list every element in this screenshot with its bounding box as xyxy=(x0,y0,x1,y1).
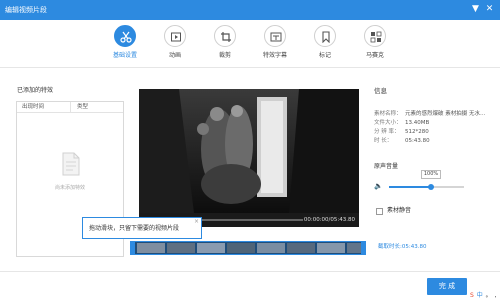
tab-label: 动画 xyxy=(168,52,181,59)
bottom-divider xyxy=(0,271,500,272)
tab-crop[interactable]: 裁剪 xyxy=(203,25,247,65)
trim-start-handle[interactable] xyxy=(131,242,135,254)
ime-tray: S 中 。 , xyxy=(470,291,498,300)
info-value: 512*280 xyxy=(405,129,429,135)
ime-language-toggle[interactable]: 中 xyxy=(477,291,483,300)
empty-state-text: 尚未添加特效 xyxy=(54,185,85,191)
info-key: 分 辨 率： xyxy=(374,129,400,135)
tooltip-text: 拖动滑块，只留下需要的视频片段 xyxy=(89,225,180,232)
info-row-duration: 时 长： 05:43.80 xyxy=(374,137,430,145)
tab-label: 基础设置 xyxy=(112,52,137,59)
info-row-name: 素材名称： 元素的感烈爆破 素材拍摄 无水… xyxy=(374,110,486,118)
trim-timeline[interactable] xyxy=(130,241,366,255)
effects-table-header: 出现时间 类型 xyxy=(17,102,123,113)
empty-document-icon xyxy=(62,152,80,178)
tab-animation[interactable]: 动画 xyxy=(153,25,197,65)
tab-mosaic[interactable]: 马赛克 xyxy=(353,25,397,65)
volume-slider-fill xyxy=(389,186,431,188)
mute-checkbox[interactable] xyxy=(376,208,383,215)
title-bar: 编辑视频片段 ▼ ✕ xyxy=(0,0,500,20)
mute-label: 素材静音 xyxy=(387,207,412,214)
trim-hint-tooltip: 拖动滑块，只留下需要的视频片段 × xyxy=(82,217,202,239)
tab-label: 标记 xyxy=(318,52,331,59)
playback-progress-bar[interactable] xyxy=(199,219,303,221)
done-button[interactable]: 完 成 xyxy=(427,278,467,295)
video-frame[interactable] xyxy=(139,89,359,213)
playback-time: 00:00:00/05:43.80 xyxy=(303,217,355,223)
effects-panel-title: 已添加的特效 xyxy=(17,87,54,94)
crop-icon xyxy=(214,25,236,47)
info-row-size: 文件大小： 13.40MB xyxy=(374,119,429,127)
scissors-icon xyxy=(114,25,136,47)
tab-subtitle-effects[interactable]: 特效字幕 xyxy=(253,25,297,65)
column-header-time: 出现时间 xyxy=(22,104,45,110)
tab-label: 裁剪 xyxy=(218,52,231,59)
tab-label: 马赛克 xyxy=(365,52,384,59)
trim-end-handle[interactable] xyxy=(361,242,365,254)
video-player: 00:00:00/05:43.80 xyxy=(139,89,359,227)
minimize-button[interactable]: ▼ xyxy=(470,4,481,15)
window-title: 编辑视频片段 xyxy=(5,6,47,14)
volume-label: 原声音量 xyxy=(374,163,399,170)
speaker-icon: 🔈 xyxy=(374,182,383,190)
mosaic-icon xyxy=(364,25,386,47)
volume-slider[interactable] xyxy=(389,184,464,190)
info-value: 05:43.80 xyxy=(405,138,430,144)
tab-basic-settings[interactable]: 基础设置 xyxy=(103,25,147,65)
tab-bookmark[interactable]: 标记 xyxy=(303,25,347,65)
volume-slider-knob[interactable] xyxy=(428,184,434,190)
ime-punctuation-toggle[interactable]: 。 xyxy=(486,291,492,300)
info-value: 13.40MB xyxy=(405,120,430,126)
volume-value-bubble: 100% xyxy=(421,170,441,179)
info-value: 元素的感烈爆破 素材拍摄 无水… xyxy=(405,111,486,117)
animation-icon xyxy=(164,25,186,47)
info-row-resolution: 分 辨 率： 512*280 xyxy=(374,128,429,136)
ime-logo-icon[interactable]: S xyxy=(470,291,474,300)
tooltip-close-button[interactable]: × xyxy=(194,218,199,226)
info-key: 素材名称： xyxy=(374,111,402,117)
bookmark-icon xyxy=(314,25,336,47)
ime-width-toggle[interactable]: , xyxy=(495,291,497,300)
info-key: 文件大小： xyxy=(374,120,402,126)
close-button[interactable]: ✕ xyxy=(484,4,495,15)
subtitle-effects-icon xyxy=(264,25,286,47)
column-header-type: 类型 xyxy=(77,104,89,110)
info-title: 信息 xyxy=(374,87,387,95)
edit-toolbar: 基础设置 动画 裁剪 特效字幕 标记 马赛克 xyxy=(0,20,500,68)
clip-length: 截取时长:05:43.80 xyxy=(378,244,427,250)
tab-label: 特效字幕 xyxy=(262,52,287,59)
info-key: 时 长： xyxy=(374,138,393,144)
